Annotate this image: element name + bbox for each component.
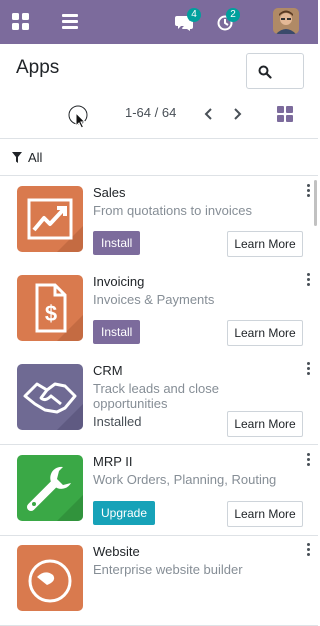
app-name: Invoicing [93,274,145,289]
filter-bar: All [0,138,318,176]
app-card-mrp[interactable]: MRP II Work Orders, Planning, Routing Up… [0,446,318,536]
learn-more-button[interactable]: Learn More [227,411,303,437]
pager-previous-icon[interactable] [201,105,217,123]
handshake-icon [17,364,83,430]
app-card-website[interactable]: Website Enterprise website builder [0,536,318,626]
app-name: MRP II [93,454,133,469]
learn-more-button[interactable]: Learn More [227,501,303,527]
filter-funnel-icon [12,152,22,163]
activity-button[interactable]: 2 [216,8,240,32]
user-avatar[interactable] [273,8,299,34]
sales-chart-icon [17,186,83,252]
app-name: CRM [93,363,123,378]
wrench-icon [17,455,83,521]
app-card-crm[interactable]: CRM Track leads and close opportunities … [0,355,318,445]
chat-count-badge: 4 [187,8,201,22]
learn-more-button[interactable]: Learn More [227,320,303,346]
app-summary: From quotations to invoices [93,203,252,218]
top-navbar: 4 2 [0,0,318,44]
app-summary: Track leads and close opportunities [93,381,219,411]
card-menu-icon[interactable] [307,453,311,467]
filter-all-label[interactable]: All [28,150,42,165]
pager-next-icon[interactable] [229,105,245,123]
app-summary: Enterprise website builder [93,562,243,577]
card-menu-icon[interactable] [307,184,311,198]
installed-status: Installed [93,414,142,429]
svg-text:$: $ [45,301,57,326]
card-menu-icon[interactable] [307,362,311,376]
app-summary: Invoices & Payments [93,292,215,307]
hamburger-menu-icon[interactable] [62,13,80,29]
app-card-sales[interactable]: Sales From quotations to invoices Instal… [0,177,318,267]
activity-count-badge: 2 [226,8,240,22]
scrollbar-thumb[interactable] [314,180,317,226]
kanban-view-icon[interactable] [277,106,293,122]
globe-icon [17,545,83,611]
mouse-cursor-icon [68,105,88,129]
install-button[interactable]: Install [93,320,141,344]
card-menu-icon[interactable] [307,543,311,557]
install-button[interactable]: Install [93,231,141,255]
search-toggle-button[interactable] [246,53,304,89]
upgrade-button[interactable]: Upgrade [93,501,156,525]
apps-menu-icon[interactable] [12,13,30,31]
card-menu-icon[interactable] [307,273,311,287]
invoice-dollar-icon: $ [17,275,83,341]
page-title: Apps [16,57,60,78]
app-summary: Work Orders, Planning, Routing [93,472,277,487]
app-name: Website [93,544,140,559]
app-name: Sales [93,185,126,200]
app-card-invoicing[interactable]: $ Invoicing Invoices & Payments Install … [0,266,318,356]
search-icon [258,65,272,79]
messaging-button[interactable]: 4 [175,8,201,32]
learn-more-button[interactable]: Learn More [227,231,303,257]
pager-value[interactable]: 1-64 / 64 [125,105,176,120]
